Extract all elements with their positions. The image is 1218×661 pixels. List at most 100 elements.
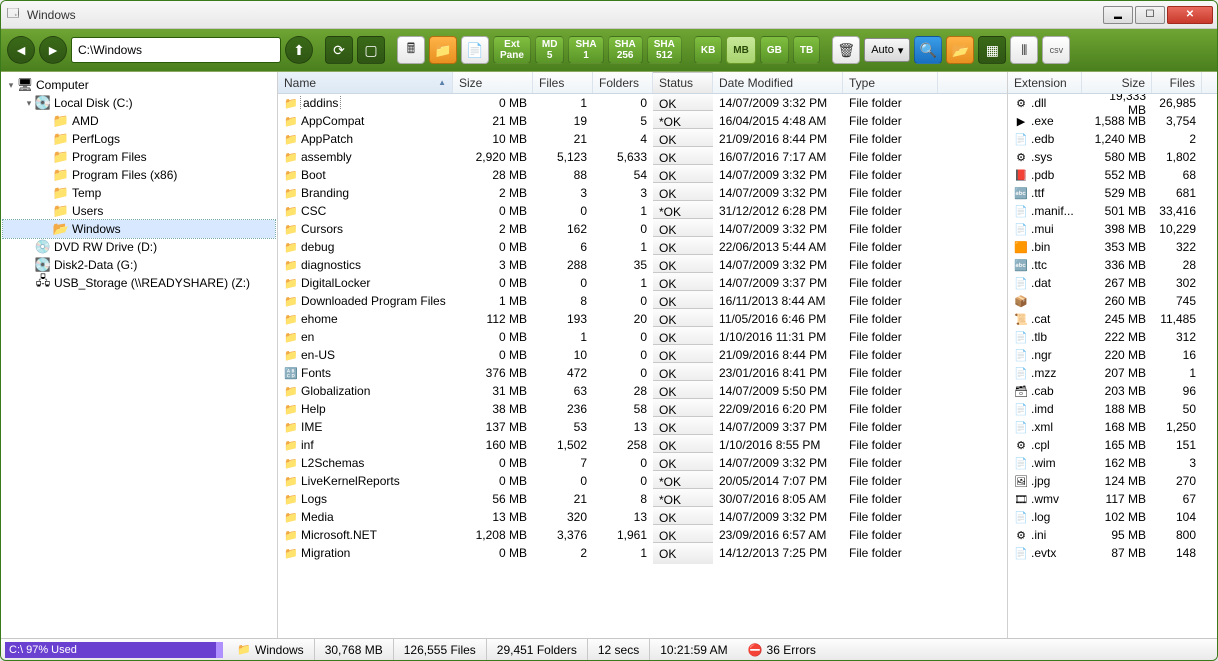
table-row[interactable]: 📁Microsoft.NET1,208 MB3,3761,961OK23/09/… [278, 526, 1007, 544]
folder-tree[interactable]: ▾🖥Computer▾💽Local Disk (C:)📁AMD📁PerfLogs… [1, 72, 278, 638]
col-size[interactable]: Size [453, 72, 533, 93]
search-button[interactable]: 🔍 [914, 36, 942, 64]
table-row[interactable]: 📁L2Schemas0 MB70OK14/07/2009 3:32 PMFile… [278, 454, 1007, 472]
ext-row[interactable]: 📦260 MB745 [1008, 292, 1217, 310]
ext-row[interactable]: ▶.exe1,588 MB3,754 [1008, 112, 1217, 130]
table-row[interactable]: 📁ehome112 MB19320OK11/05/2016 6:46 PMFil… [278, 310, 1007, 328]
col-files[interactable]: Files [533, 72, 593, 93]
table-row[interactable]: 📁AppPatch10 MB214OK21/09/2016 8:44 PMFil… [278, 130, 1007, 148]
unit-kb-button[interactable]: KB [694, 36, 722, 64]
tree-node[interactable]: 📁Program Files [3, 148, 275, 166]
ext-pane-button[interactable]: Ext Pane [493, 36, 531, 64]
table-row[interactable]: 📁Downloaded Program Files1 MB80OK16/11/2… [278, 292, 1007, 310]
tree-node[interactable]: 📂Windows [3, 220, 275, 238]
ext-row[interactable]: 📕.pdb552 MB68 [1008, 166, 1217, 184]
new-file-button[interactable]: 📄 [461, 36, 489, 64]
table-row[interactable]: 📁Help38 MB23658OK22/09/2016 6:20 PMFile … [278, 400, 1007, 418]
ext-row[interactable]: 📄.imd188 MB50 [1008, 400, 1217, 418]
ext-row[interactable]: 🔤.ttc336 MB28 [1008, 256, 1217, 274]
address-bar[interactable] [71, 37, 281, 63]
expand-icon[interactable]: ▾ [5, 80, 17, 91]
unit-tb-button[interactable]: TB [793, 36, 820, 64]
ext-row[interactable]: 🟧.bin353 MB322 [1008, 238, 1217, 256]
sha256-button[interactable]: SHA 256 [608, 36, 643, 64]
ecol-files[interactable]: Files [1152, 72, 1202, 93]
go-up-button[interactable]: ⬆ [285, 36, 313, 64]
tree-node[interactable]: 💿DVD RW Drive (D:) [3, 238, 275, 256]
ecol-ext[interactable]: Extension [1008, 72, 1082, 93]
ext-row[interactable]: 📄.evtx87 MB148 [1008, 544, 1217, 562]
table-row[interactable]: 📁Logs56 MB218*OK30/07/2016 8:05 AMFile f… [278, 490, 1007, 508]
ext-row[interactable]: ⚙.sys580 MB1,802 [1008, 148, 1217, 166]
ecol-size[interactable]: Size [1082, 72, 1152, 93]
tree-node[interactable]: 📁Program Files (x86) [3, 166, 275, 184]
titlebar[interactable]: 🗔 Windows [1, 1, 1217, 29]
unit-mb-button[interactable]: MB [726, 36, 756, 64]
table-row[interactable]: 📁Media13 MB32013OK14/07/2009 3:32 PMFile… [278, 508, 1007, 526]
ext-row[interactable]: 📄.ngr220 MB16 [1008, 346, 1217, 364]
ext-row[interactable]: 📄.tlb222 MB312 [1008, 328, 1217, 346]
export-csv-button[interactable]: csv [1042, 36, 1070, 64]
ext-row[interactable]: 📄.mui398 MB10,229 [1008, 220, 1217, 238]
tree-node[interactable]: 📁PerfLogs [3, 130, 275, 148]
tree-node[interactable]: 📁Users [3, 202, 275, 220]
table-row[interactable]: 📁AppCompat21 MB195*OK16/04/2015 4:48 AMF… [278, 112, 1007, 130]
ext-row[interactable]: 🖼.jpg124 MB270 [1008, 472, 1217, 490]
ext-row[interactable]: 🔤.ttf529 MB681 [1008, 184, 1217, 202]
tree-node[interactable]: 📁Temp [3, 184, 275, 202]
table-row[interactable]: 📁IME137 MB5313OK14/07/2009 3:37 PMFile f… [278, 418, 1007, 436]
md5-button[interactable]: MD 5 [535, 36, 565, 64]
back-button[interactable]: ◄ [7, 36, 35, 64]
table-row[interactable]: 📁Boot28 MB8854OK14/07/2009 3:32 PMFile f… [278, 166, 1007, 184]
columns-button[interactable]: ⦀ [1010, 36, 1038, 64]
table-row[interactable]: 📁Migration0 MB21OK14/12/2013 7:25 PMFile… [278, 544, 1007, 562]
table-row[interactable]: 📁LiveKernelReports0 MB00*OK20/05/2014 7:… [278, 472, 1007, 490]
table-row[interactable]: 📁en0 MB10OK1/10/2016 11:31 PMFile folder [278, 328, 1007, 346]
table-row[interactable]: 📁Globalization31 MB6328OK14/07/2009 5:50… [278, 382, 1007, 400]
col-date[interactable]: Date Modified [713, 72, 843, 93]
browse-button[interactable]: 📂 [946, 36, 974, 64]
grid-view-button[interactable]: ▦ [978, 36, 1006, 64]
table-row[interactable]: 📁debug0 MB61OK22/06/2013 5:44 AMFile fol… [278, 238, 1007, 256]
ext-header[interactable]: Extension Size Files [1008, 72, 1217, 94]
refresh-button[interactable]: ⟳ [325, 36, 353, 64]
table-row[interactable]: 📁Branding2 MB33OK14/07/2009 3:32 PMFile … [278, 184, 1007, 202]
sha1-button[interactable]: SHA 1 [568, 36, 603, 64]
ext-row[interactable]: 🎞.wmv117 MB67 [1008, 490, 1217, 508]
ext-row[interactable]: 📜.cat245 MB11,485 [1008, 310, 1217, 328]
table-row[interactable]: 📁addins0 MB10OK14/07/2009 3:32 PMFile fo… [278, 94, 1007, 112]
ext-row[interactable]: 📄.mzz207 MB1 [1008, 364, 1217, 382]
open-folder-button[interactable]: 📁 [429, 36, 457, 64]
minimize-button[interactable] [1103, 6, 1133, 24]
ext-row[interactable]: 📄.dat267 MB302 [1008, 274, 1217, 292]
ext-rows[interactable]: ⚙.dll19,333 MB26,985▶.exe1,588 MB3,754📄.… [1008, 94, 1217, 638]
ext-row[interactable]: 📄.log102 MB104 [1008, 508, 1217, 526]
table-row[interactable]: 📁assembly2,920 MB5,1235,633OK16/07/2016 … [278, 148, 1007, 166]
ext-row[interactable]: ⚙.cpl165 MB151 [1008, 436, 1217, 454]
maximize-button[interactable] [1135, 6, 1165, 24]
col-folders[interactable]: Folders [593, 72, 653, 93]
sha512-button[interactable]: SHA 512 [647, 36, 682, 64]
col-name[interactable]: Name▲ [278, 72, 453, 93]
file-list-rows[interactable]: 📁addins0 MB10OK14/07/2009 3:32 PMFile fo… [278, 94, 1007, 638]
unit-gb-button[interactable]: GB [760, 36, 789, 64]
col-type[interactable]: Type [843, 72, 938, 93]
ext-row[interactable]: 📄.edb1,240 MB2 [1008, 130, 1217, 148]
tree-node[interactable]: ▾💽Local Disk (C:) [3, 94, 275, 112]
table-row[interactable]: 📁Cursors2 MB1620OK14/07/2009 3:32 PMFile… [278, 220, 1007, 238]
tree-node[interactable]: 📁AMD [3, 112, 275, 130]
ext-row[interactable]: 📄.manif...501 MB33,416 [1008, 202, 1217, 220]
delete-button[interactable]: 🗑 [832, 36, 860, 64]
ext-row[interactable]: ⚙.ini95 MB800 [1008, 526, 1217, 544]
expand-icon[interactable]: ▾ [23, 98, 35, 109]
calculator-button[interactable]: 🖩 [397, 36, 425, 64]
ext-row[interactable]: 📄.xml168 MB1,250 [1008, 418, 1217, 436]
table-row[interactable]: 📁diagnostics3 MB28835OK14/07/2009 3:32 P… [278, 256, 1007, 274]
tree-node[interactable]: ▾🖥Computer [3, 76, 275, 94]
tree-node[interactable]: 🖧USB_Storage (\\READYSHARE) (Z:) [3, 274, 275, 292]
ext-row[interactable]: ⚙.dll19,333 MB26,985 [1008, 94, 1217, 112]
stop-button[interactable]: ▢ [357, 36, 385, 64]
ext-row[interactable]: 🗃.cab203 MB96 [1008, 382, 1217, 400]
table-row[interactable]: 📁DigitalLocker0 MB01OK14/07/2009 3:37 PM… [278, 274, 1007, 292]
table-row[interactable]: 📁CSC0 MB01*OK31/12/2012 6:28 PMFile fold… [278, 202, 1007, 220]
